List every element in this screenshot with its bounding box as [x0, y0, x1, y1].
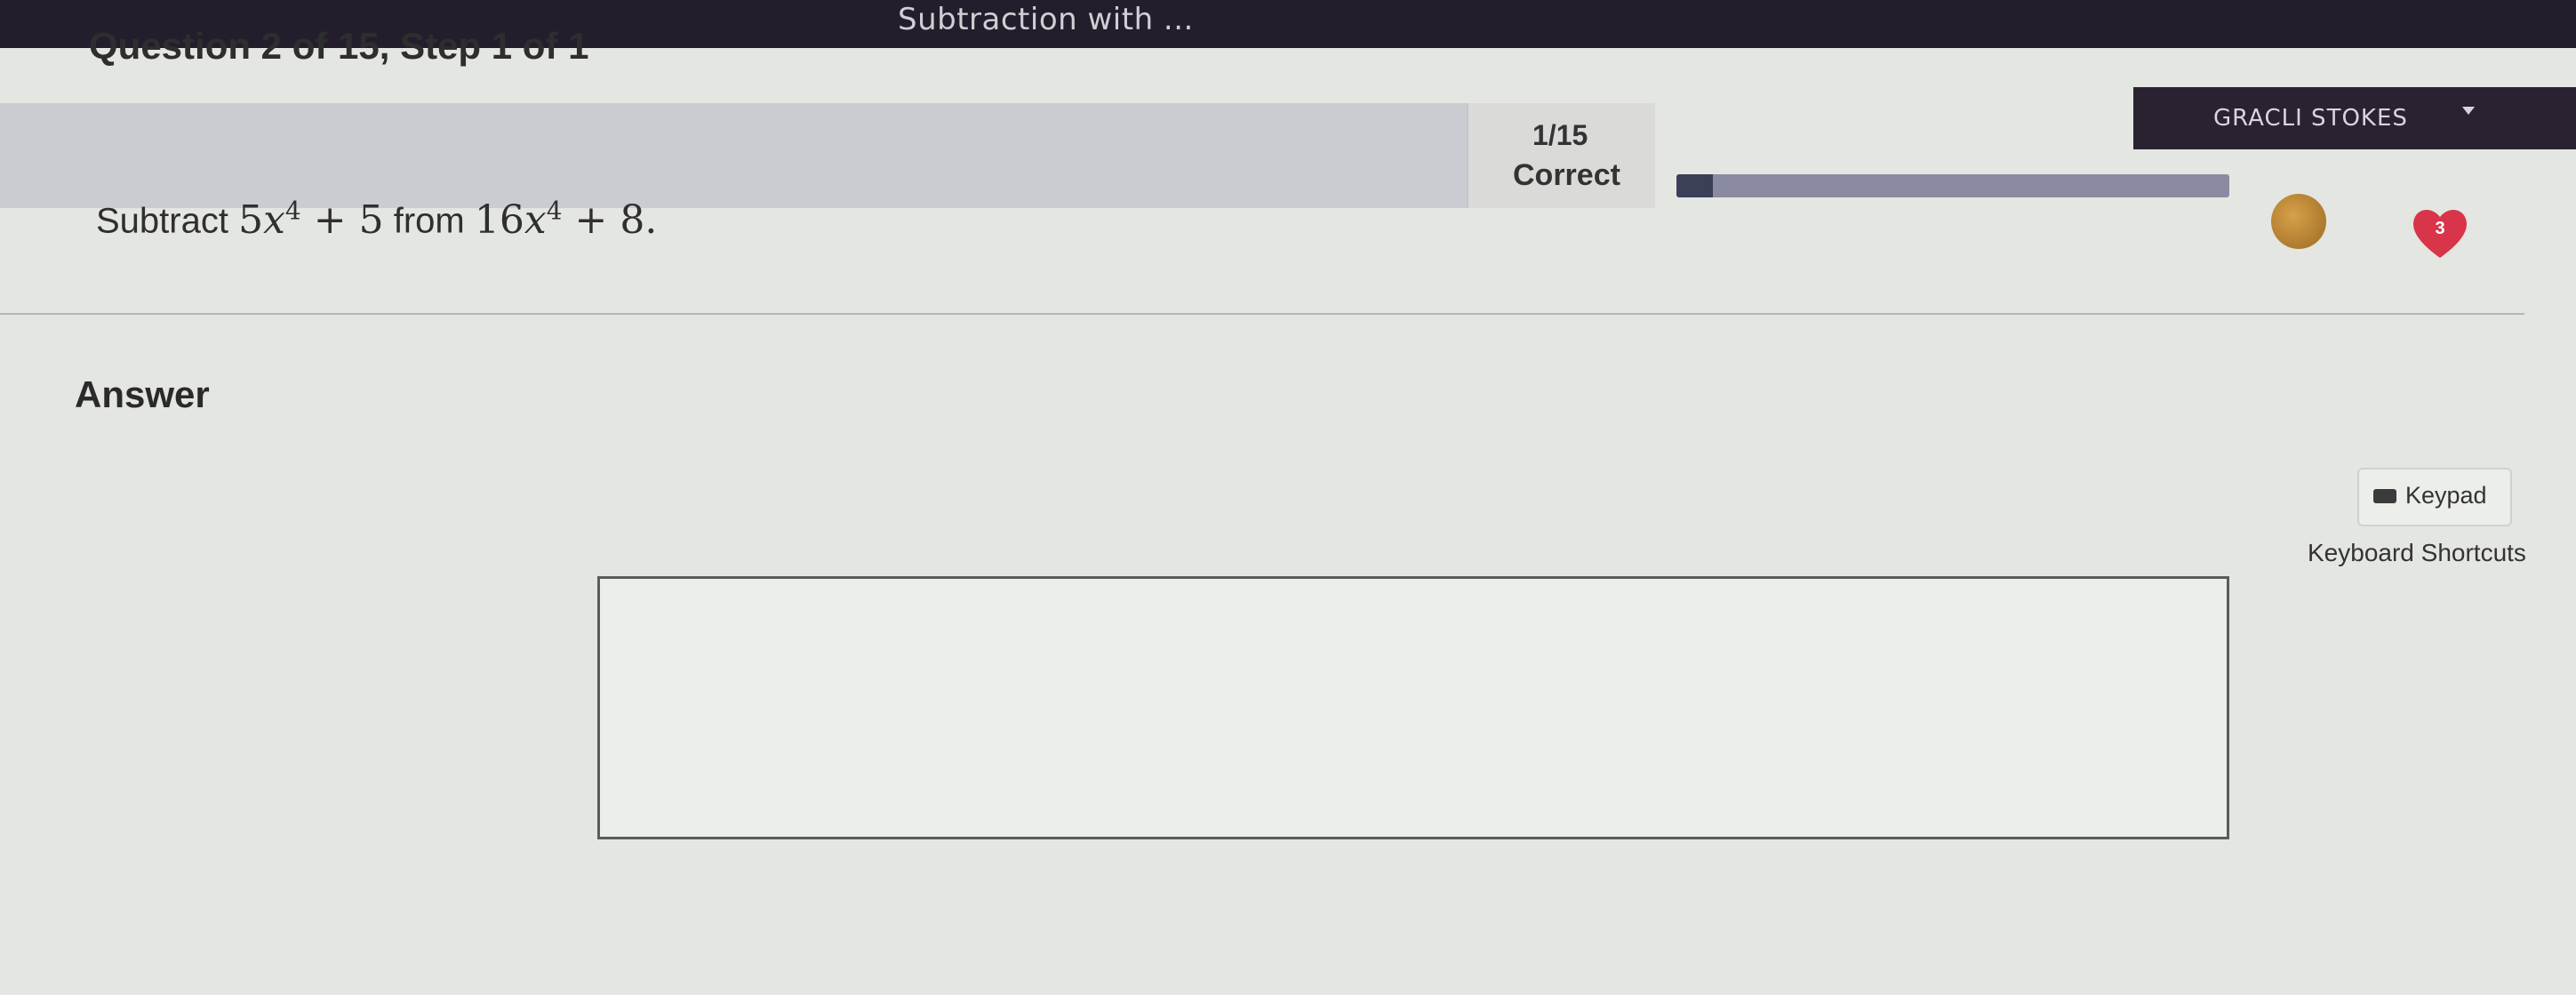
section-divider [0, 313, 2524, 315]
question-band [0, 103, 1467, 208]
question-prompt: Subtract 5x4 + 5 from 16x4 + 8. [96, 196, 657, 243]
term1-coefficient: 5 [238, 197, 264, 243]
progress-bar-fill [1676, 174, 1714, 197]
status-box: 1/15 Correct [1467, 103, 1655, 208]
math-expression-2: 16x4 + 8. [474, 196, 658, 243]
term2-variable: x [524, 197, 547, 243]
term1-exponent: 4 [284, 196, 301, 225]
prompt-middle: from [393, 201, 465, 241]
answer-input[interactable] [597, 576, 2229, 839]
keypad-button[interactable]: Keypad [2357, 468, 2512, 526]
prompt-prefix: Subtract [96, 201, 228, 241]
term2-exponent: 4 [546, 196, 563, 225]
chevron-down-icon [2462, 107, 2475, 115]
term2-rest: + 8. [574, 197, 658, 243]
coin-icon [2271, 194, 2326, 249]
term1-rest: + 5 [313, 197, 384, 243]
keyboard-icon [2373, 489, 2396, 503]
user-menu[interactable]: GRACLI STOKES [2133, 87, 2576, 149]
question-title: Question 2 of 15, Step 1 of 1 [89, 25, 589, 67]
answer-label: Answer [75, 373, 210, 415]
question-header: Question 2 of 15, Step 1 of 1 [0, 0, 1467, 103]
hearts-count: 3 [2435, 219, 2445, 238]
heart-icon: 3 [2409, 201, 2471, 263]
score-fraction: 1/15 [1532, 119, 1588, 151]
keypad-label: Keypad [2405, 482, 2487, 509]
term1-variable: x [263, 197, 285, 243]
math-expression-1: 5x4 + 5 [238, 196, 384, 243]
keyboard-shortcuts-link[interactable]: Keyboard Shortcuts [2308, 539, 2526, 567]
progress-bar [1676, 174, 2229, 197]
term2-coefficient: 16 [474, 197, 524, 243]
user-name: GRACLI STOKES [2213, 105, 2408, 132]
result-status: Correct [1513, 158, 1620, 192]
